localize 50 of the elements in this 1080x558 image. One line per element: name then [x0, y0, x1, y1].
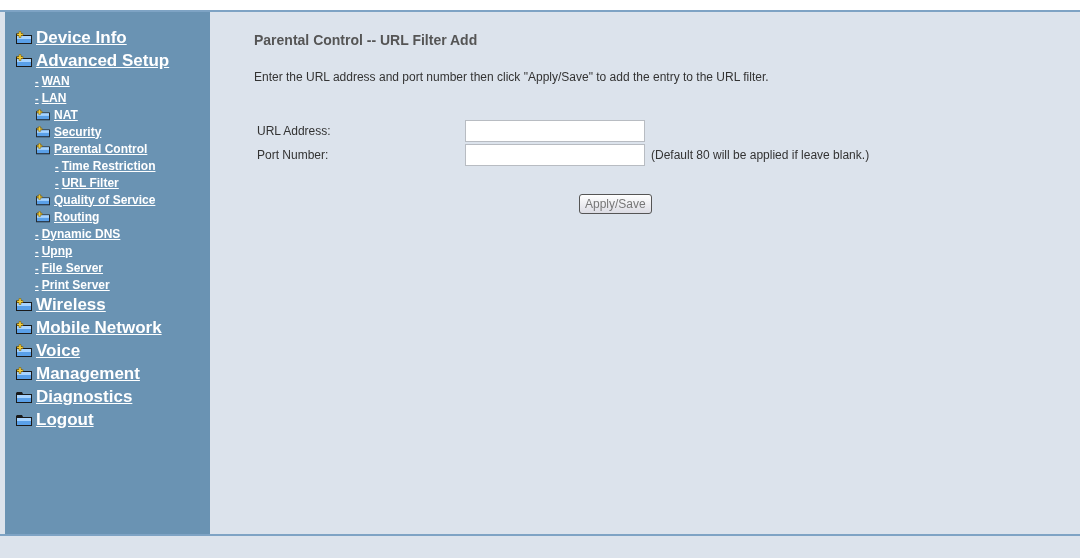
apply-save-button[interactable]: Apply/Save	[579, 194, 652, 214]
dash-marker: -	[35, 74, 39, 87]
menu-link[interactable]: Parental Control	[54, 141, 148, 156]
folder-plus-icon	[35, 142, 51, 155]
menu-link[interactable]: Upnp	[41, 243, 73, 258]
dash-marker: -	[55, 159, 59, 172]
menu-link[interactable]: Voice	[36, 340, 81, 361]
dash-marker: -	[35, 244, 39, 257]
menu-link[interactable]: Print Server	[41, 277, 110, 292]
input-field[interactable]	[465, 144, 645, 166]
page-title: Parental Control -- URL Filter Add	[254, 32, 479, 48]
folder-plus-icon	[35, 193, 51, 206]
field-hint: (Default 80 will be applied if leave blank.)	[650, 148, 871, 162]
instructions-text: Enter the URL address and port number then click "Apply/Save" to add the entry to the URL filter.	[254, 70, 770, 84]
menu-link[interactable]: Management	[36, 363, 140, 384]
menu-link[interactable]: URL Filter	[61, 175, 119, 190]
folder-plus-icon	[15, 297, 33, 312]
field-label: URL Address:	[256, 124, 332, 138]
dash-marker: -	[35, 227, 39, 240]
folder-plus-icon	[15, 53, 33, 68]
folder-plus-icon	[15, 30, 33, 45]
folder-plus-icon	[35, 108, 51, 121]
menu-link[interactable]: Routing	[54, 209, 100, 224]
folder-icon	[15, 412, 33, 427]
menu-link[interactable]: Diagnostics	[36, 386, 133, 407]
menu-link[interactable]: Logout	[36, 409, 94, 430]
folder-plus-icon	[35, 210, 51, 223]
folder-icon	[15, 389, 33, 404]
menu-link[interactable]: Device Info	[36, 27, 127, 48]
menu-link[interactable]: LAN	[41, 90, 67, 105]
menu-link[interactable]: File Server	[41, 260, 104, 275]
menu-link[interactable]: Mobile Network	[36, 317, 162, 338]
input-field[interactable]	[465, 120, 645, 142]
folder-plus-icon	[15, 366, 33, 381]
menu-link[interactable]: Quality of Service	[54, 192, 156, 207]
menu-link[interactable]: Advanced Setup	[36, 50, 170, 71]
menu-link[interactable]: WAN	[41, 73, 70, 88]
dash-marker: -	[35, 278, 39, 291]
dash-marker: -	[55, 176, 59, 189]
folder-plus-icon	[35, 125, 51, 138]
menu-link[interactable]: Dynamic DNS	[41, 226, 121, 241]
menu-link[interactable]: Security	[54, 124, 102, 139]
folder-plus-icon	[15, 320, 33, 335]
field-label: Port Number:	[256, 148, 330, 162]
dash-marker: -	[35, 91, 39, 104]
menu-link[interactable]: NAT	[54, 107, 78, 122]
menu-link[interactable]: Time Restriction	[61, 158, 156, 173]
dash-marker: -	[35, 261, 39, 274]
folder-plus-icon	[15, 343, 33, 358]
menu-link[interactable]: Wireless	[36, 294, 106, 315]
